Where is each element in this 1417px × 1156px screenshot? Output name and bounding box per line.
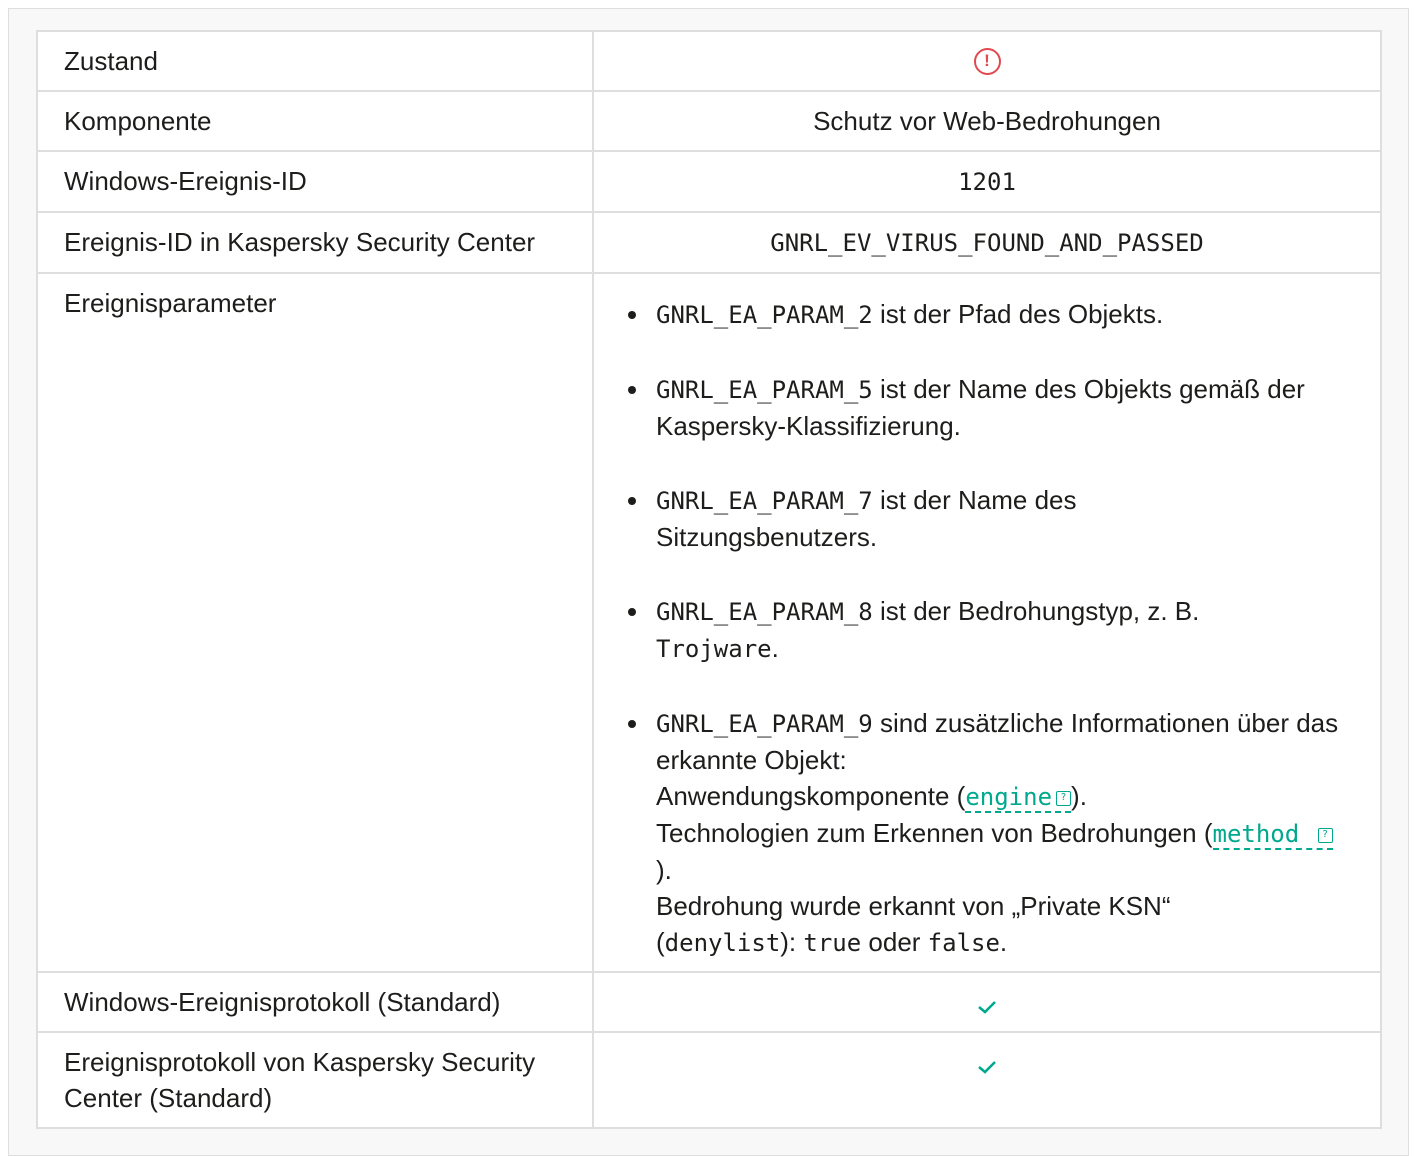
row-value: ! (592, 30, 1382, 92)
table-row: Zustand ! (36, 30, 1382, 92)
help-icon: ? (1056, 790, 1072, 806)
row-label: Ereignisparameter (36, 272, 594, 973)
engine-link[interactable]: engine? (965, 783, 1072, 813)
row-value: GNRL_EA_PARAM_2 ist der Pfad des Objekts… (592, 272, 1382, 973)
row-value: 1201 (592, 150, 1382, 213)
row-label: Windows-Ereignis-ID (36, 150, 594, 213)
table-row: Ereignis-ID in Kaspersky Security Center… (36, 211, 1382, 274)
row-label: Ereignisprotokoll von Kaspersky Security… (36, 1031, 594, 1129)
list-item: GNRL_EA_PARAM_7 ist der Name des Sitzung… (628, 482, 1126, 555)
alert-circle-icon: ! (973, 48, 1001, 76)
row-value (592, 1031, 1382, 1129)
table-row: Ereignisprotokoll von Kaspersky Security… (36, 1031, 1382, 1129)
check-icon (978, 1001, 996, 1014)
method-link[interactable]: method ? (1212, 820, 1333, 850)
row-value (592, 971, 1382, 1033)
event-properties-table: Zustand ! Komponente Schutz vor Web-Bedr… (36, 30, 1382, 1129)
event-id-value: 1201 (958, 168, 1016, 196)
row-label: Komponente (36, 90, 594, 152)
help-icon: ? (1317, 827, 1333, 843)
row-value: Schutz vor Web-Bedrohungen (592, 90, 1382, 152)
check-icon (978, 1061, 996, 1074)
table-row: Windows-Ereignis-ID 1201 (36, 150, 1382, 213)
list-item: GNRL_EA_PARAM_5 ist der Name des Objekts… (628, 371, 1350, 444)
row-label: Windows-Ereignisprotokoll (Standard) (36, 971, 594, 1033)
list-item: GNRL_EA_PARAM_2 ist der Pfad des Objekts… (628, 296, 1350, 333)
parameter-list: GNRL_EA_PARAM_2 ist der Pfad des Objekts… (628, 296, 1350, 961)
list-item: GNRL_EA_PARAM_9 sind zusätzliche Informa… (628, 705, 1350, 961)
row-value: GNRL_EV_VIRUS_FOUND_AND_PASSED (592, 211, 1382, 274)
table-row: Komponente Schutz vor Web-Bedrohungen (36, 90, 1382, 152)
table-row: Windows-Ereignisprotokoll (Standard) (36, 971, 1382, 1033)
list-item: GNRL_EA_PARAM_8 ist der Bedrohungstyp, z… (628, 593, 1266, 667)
row-label: Ereignis-ID in Kaspersky Security Center (36, 211, 594, 274)
table-row: Ereignisparameter GNRL_EA_PARAM_2 ist de… (36, 272, 1382, 973)
row-label: Zustand (36, 30, 594, 92)
ksc-event-id-value: GNRL_EV_VIRUS_FOUND_AND_PASSED (770, 229, 1204, 257)
